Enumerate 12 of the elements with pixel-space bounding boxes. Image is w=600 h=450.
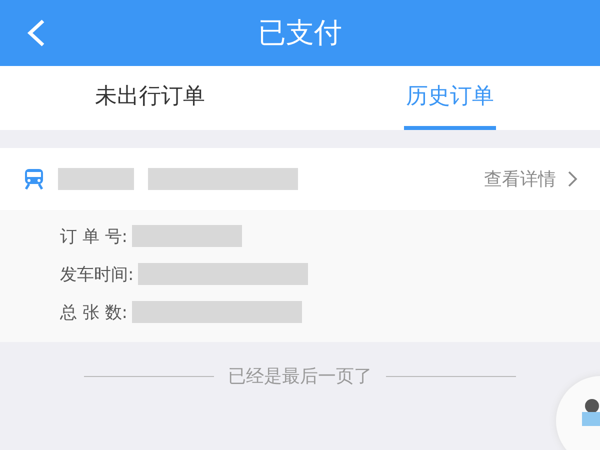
view-details-link[interactable]: 查看详情	[484, 167, 578, 191]
mascot-drawing	[580, 398, 600, 428]
page-title: 已支付	[258, 15, 342, 51]
chevron-right-icon	[568, 171, 578, 187]
tab[interactable]: 未出行订单	[93, 66, 207, 130]
field-label: 总 张 数:	[60, 302, 128, 324]
field-label: 发车时间:	[60, 264, 134, 286]
end-of-list-text: 已经是最后一页了	[228, 365, 372, 388]
tab[interactable]: 历史订单	[404, 66, 496, 130]
back-icon[interactable]	[26, 19, 46, 47]
train-icon	[24, 168, 44, 190]
field-label: 订 单 号:	[60, 226, 128, 248]
